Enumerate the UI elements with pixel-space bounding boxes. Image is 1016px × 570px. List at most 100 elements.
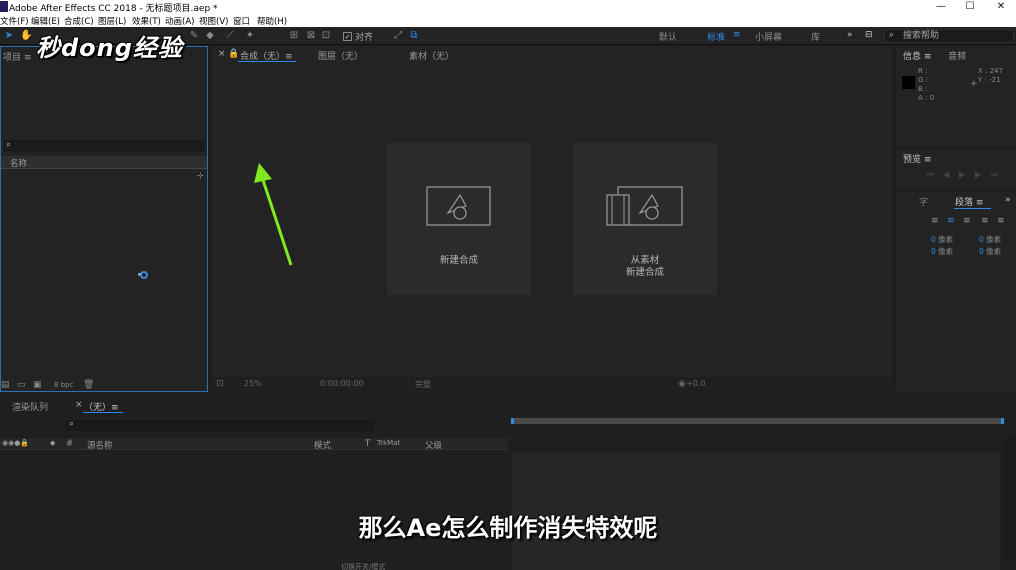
tab-preview[interactable]: 预览 ≡: [903, 152, 931, 165]
workspace-edit-icon[interactable]: ⊟: [865, 30, 873, 40]
workspace-library[interactable]: 库: [811, 30, 820, 43]
trash-icon[interactable]: 🗑: [83, 380, 94, 390]
prev-frame-icon[interactable]: ◀: [943, 170, 949, 179]
last-frame-icon[interactable]: ⏭: [991, 170, 998, 180]
hand-tool-icon[interactable]: ✋: [20, 30, 32, 42]
snap-label: 对齐: [355, 33, 374, 43]
justify-all-icon[interactable]: ≡: [997, 216, 1005, 226]
av-features-icon[interactable]: ◉◉●🔒: [2, 439, 29, 447]
new-composition-icon: [426, 186, 491, 226]
menu-layer[interactable]: 图层(L): [98, 15, 126, 27]
puppet-pin-icon[interactable]: ✦: [244, 30, 256, 42]
axis-local-icon[interactable]: ⊞: [288, 30, 300, 42]
snap-features-icon[interactable]: ⧉: [408, 30, 420, 42]
workspace-small-screen[interactable]: 小屏幕: [755, 30, 782, 43]
zoom-value[interactable]: 25%: [244, 379, 262, 388]
source-name-column-header[interactable]: 源名称: [87, 439, 113, 451]
search-help-box[interactable]: ⌕: [884, 29, 1014, 43]
next-frame-icon[interactable]: ▶: [975, 170, 981, 179]
align-left-icon[interactable]: ≡: [931, 216, 939, 226]
eraser-tool-icon[interactable]: ◆: [204, 30, 216, 42]
parent-column-header[interactable]: 父级: [425, 439, 442, 451]
mode-column-header[interactable]: 模式: [314, 439, 331, 451]
project-tab[interactable]: 项目 ≡: [3, 50, 31, 63]
indent-left-value[interactable]: 0 像素: [931, 234, 953, 245]
justify-icon[interactable]: ≡: [981, 216, 989, 226]
menu-window[interactable]: 窗口: [233, 15, 250, 27]
resolution-value[interactable]: 完整: [415, 379, 431, 390]
selection-tool-icon[interactable]: ➤: [3, 30, 15, 42]
tab-render-queue[interactable]: 渲染队列: [12, 400, 48, 413]
new-composition-card[interactable]: 新建合成: [387, 143, 531, 295]
tab-character-collapsed[interactable]: 字: [919, 195, 928, 208]
tab-layer[interactable]: 图层（无）: [318, 49, 363, 62]
menu-bar: 文件(F) 编辑(E) 合成(C) 图层(L) 效果(T) 动画(A) 视图(V…: [0, 14, 1016, 27]
tab-paragraph[interactable]: 段落 ≡: [955, 195, 983, 208]
first-frame-icon[interactable]: ⏮: [927, 170, 934, 180]
interpret-footage-icon[interactable]: ▤: [1, 380, 10, 390]
t-column-header[interactable]: T: [365, 439, 370, 449]
menu-animation[interactable]: 动画(A): [165, 15, 194, 27]
close-timeline-tab-icon[interactable]: ×: [75, 400, 83, 410]
flowchart-icon[interactable]: ⊹: [197, 171, 204, 180]
title-bar: Adobe After Effects CC 2018 - 无标题项目.aep …: [0, 0, 1016, 14]
tab-audio[interactable]: 音频: [948, 49, 966, 62]
align-center-icon[interactable]: ≡: [947, 216, 955, 226]
indent-right-value[interactable]: 0 像素: [979, 234, 1001, 245]
axis-view-icon[interactable]: ⊡: [320, 30, 332, 42]
work-area-bar[interactable]: [512, 418, 1004, 424]
timeline-search-field[interactable]: ⌕: [66, 419, 374, 431]
exposure-value[interactable]: +0.0: [686, 379, 705, 388]
info-a: A : 0: [918, 94, 935, 102]
new-composition-icon[interactable]: ▣: [33, 380, 42, 390]
tab-info[interactable]: 信息 ≡: [903, 49, 931, 62]
watermark-logo: 秒dong经验: [36, 34, 183, 62]
axis-world-icon[interactable]: ⊠: [305, 30, 317, 42]
toggle-switches-modes[interactable]: 切换开关/模式: [341, 562, 385, 570]
play-icon[interactable]: ▶: [959, 170, 965, 179]
menu-effect[interactable]: 效果(T): [132, 15, 161, 27]
workspace-menu-icon[interactable]: ≡: [733, 30, 741, 40]
close-comp-tab-icon[interactable]: ×: [218, 49, 226, 59]
menu-view[interactable]: 视图(V): [199, 15, 228, 27]
bpc-label[interactable]: 8 bpc: [54, 381, 73, 389]
search-help-input[interactable]: [903, 30, 1011, 42]
more-workspaces-icon[interactable]: »: [847, 30, 853, 40]
magnification-icon[interactable]: ⊡: [216, 379, 224, 389]
snap-edges-icon[interactable]: ⤢: [392, 30, 404, 42]
workspace-standard[interactable]: 标准: [707, 30, 725, 43]
menu-file[interactable]: 文件(F): [0, 15, 29, 27]
menu-edit[interactable]: 编辑(E): [31, 15, 60, 27]
work-area-start-handle[interactable]: [511, 418, 514, 424]
name-column-header[interactable]: 名称: [10, 157, 27, 169]
new-folder-icon[interactable]: ▭: [17, 380, 26, 390]
project-panel: 项目 ≡ ⌕ 名称 ⊹ ↖ ▤ ▭ ▣ 8 bpc 🗑: [0, 46, 208, 392]
brush-tool-icon[interactable]: ✎: [188, 30, 200, 42]
menu-help[interactable]: 帮助(H): [257, 15, 287, 27]
layer-column-headers: ◉◉●🔒 ◆ # 源名称 模式 T TrkMat 父级: [0, 438, 508, 451]
new-comp-from-footage-card[interactable]: 从素材 新建合成: [573, 143, 717, 295]
timecode-value[interactable]: 0:00:00:00: [320, 379, 364, 388]
tab-footage[interactable]: 素材（无）: [409, 49, 454, 62]
align-right-icon[interactable]: ≡: [963, 216, 971, 226]
label-icon[interactable]: ◆: [50, 439, 55, 447]
close-button[interactable]: ✕: [986, 0, 1016, 14]
more-panels-icon[interactable]: »: [1005, 195, 1011, 205]
number-column-header[interactable]: #: [66, 439, 73, 449]
space-after-value[interactable]: 0 像素: [979, 246, 1001, 257]
menu-composition[interactable]: 合成(C): [64, 15, 94, 27]
camera-icon[interactable]: ◉: [678, 379, 686, 389]
crosshair-icon: +: [970, 79, 978, 89]
lock-icon[interactable]: 🔒: [228, 49, 239, 59]
snap-checkbox[interactable]: ✓: [343, 32, 352, 41]
roto-brush-icon[interactable]: ⟋: [224, 30, 236, 42]
project-column-header: 名称: [1, 156, 207, 169]
workspace-default[interactable]: 默认: [659, 30, 677, 43]
minimize-button[interactable]: —: [926, 0, 956, 14]
trkmat-column-header[interactable]: TrkMat: [377, 439, 400, 447]
work-area-end-handle[interactable]: [1001, 418, 1004, 424]
space-before-value[interactable]: 0 像素: [931, 246, 953, 257]
timeline-search-icon: ⌕: [69, 419, 75, 429]
maximize-button[interactable]: ☐: [955, 0, 985, 14]
project-search-field[interactable]: ⌕: [3, 140, 205, 152]
